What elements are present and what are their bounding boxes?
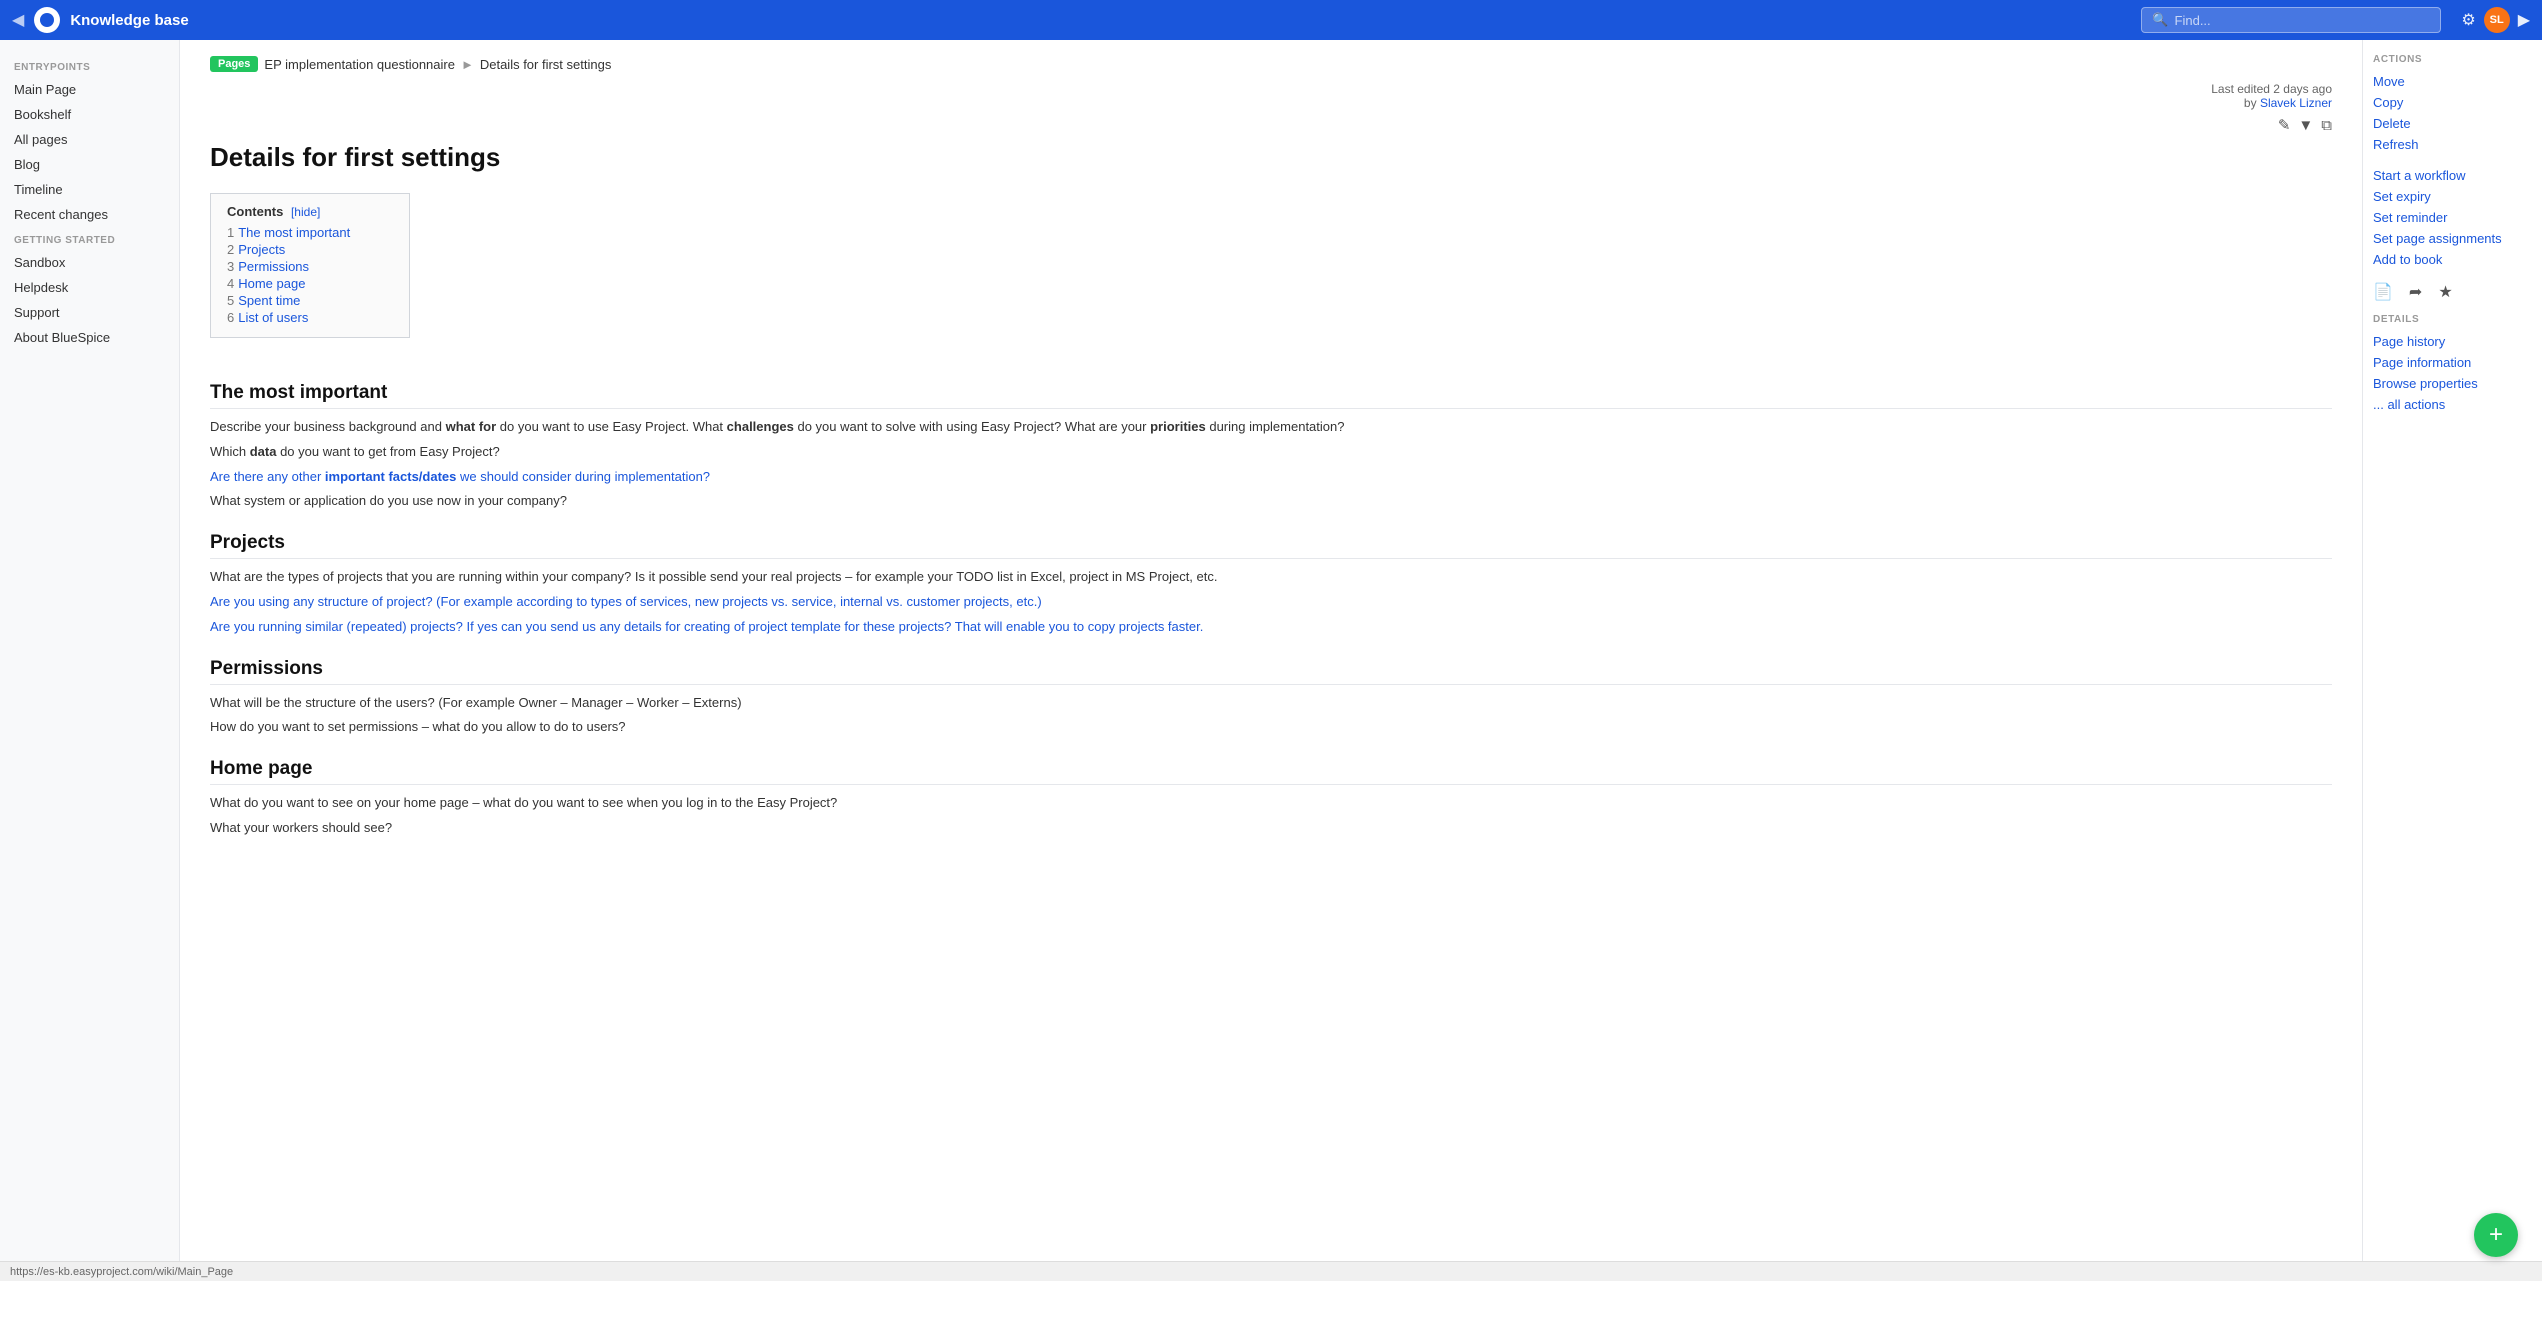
detail-page-information[interactable]: Page information [2373,352,2532,373]
content-para: Describe your business background and wh… [210,417,2332,438]
actions-title: ACTIONS [2373,54,2532,65]
edit-info: Last edited 2 days ago by Slavek Lizner [2211,82,2332,110]
sidebar-item-helpdesk[interactable]: Helpdesk [0,275,179,300]
sidebar-item-blog[interactable]: Blog [0,152,179,177]
star-icon[interactable]: ★ [2438,282,2452,302]
settings-icon[interactable]: ⚙ [2461,10,2475,30]
breadcrumb-separator: ► [461,57,474,72]
action-refresh[interactable]: Refresh [2373,134,2532,155]
last-edited-label: Last edited 2 days ago [2211,82,2332,96]
expand-icon[interactable]: ⧉ [2321,117,2332,134]
app-title: Knowledge base [70,12,2131,29]
sidebar-item-support[interactable]: Support [0,300,179,325]
by-label: by [2244,96,2257,110]
action-set-reminder[interactable]: Set reminder [2373,207,2532,228]
action-add-to-book[interactable]: Add to book [2373,249,2532,270]
action-move[interactable]: Move [2373,71,2532,92]
section-title-home-page: Home page [210,758,2332,785]
contents-title: Contents [hide] [227,204,393,219]
sidebar-item-timeline[interactable]: Timeline [0,177,179,202]
action-start-workflow[interactable]: Start a workflow [2373,165,2532,186]
content-para: Are there any other important facts/date… [210,467,2332,488]
detail-all-actions[interactable]: ... all actions [2373,394,2532,415]
list-item: 4Home page [227,276,393,291]
action-delete[interactable]: Delete [2373,113,2532,134]
list-item: 6List of users [227,310,393,325]
pages-badge[interactable]: Pages [210,56,258,72]
action-set-page-assignments[interactable]: Set page assignments [2373,228,2532,249]
editor-name[interactable]: Slavek Lizner [2260,96,2332,110]
breadcrumb-current: Details for first settings [480,57,612,72]
section-label-getting-started: GETTING STARTED [0,227,179,250]
breadcrumb-parent[interactable]: EP implementation questionnaire [264,57,455,72]
nav-forward-arrow[interactable]: ▶ [2518,10,2530,30]
topbar-icons: ⚙ SL ▶ [2461,7,2530,33]
nav-arrows: ◀ [12,10,24,30]
sidebar-item-main-page[interactable]: Main Page [0,77,179,102]
content-para: How do you want to set permissions – wha… [210,717,2332,738]
sidebar-item-bookshelf[interactable]: Bookshelf [0,102,179,127]
left-sidebar: ENTRYPOINTS Main Page Bookshelf All page… [0,40,180,1281]
right-sidebar: ACTIONS Move Copy Delete Refresh Start a… [2362,40,2542,1281]
section-title-permissions: Permissions [210,658,2332,685]
status-url: https://es-kb.easyproject.com/wiki/Main_… [10,1266,233,1278]
edit-icon[interactable]: ✎ [2278,116,2291,134]
contents-hide[interactable]: [hide] [291,205,320,219]
content-para: What are the types of projects that you … [210,567,2332,588]
list-item: 1The most important [227,225,393,240]
contents-list: 1The most important 2Projects 3Permissio… [227,225,393,325]
detail-browse-properties[interactable]: Browse properties [2373,373,2532,394]
edit-info-area: Last edited 2 days ago by Slavek Lizner … [2211,82,2332,134]
section-title-most-important: The most important [210,382,2332,409]
content-para: Are you running similar (repeated) proje… [210,617,2332,638]
list-item: 5Spent time [227,293,393,308]
page-header-row: Last edited 2 days ago by Slavek Lizner … [210,82,2332,134]
details-title: DETAILS [2373,314,2532,325]
nav-back-arrow[interactable]: ◀ [12,10,24,30]
content-para: Are you using any structure of project? … [210,592,2332,613]
content-para: What do you want to see on your home pag… [210,793,2332,814]
breadcrumb: Pages EP implementation questionnaire ► … [210,56,2332,72]
content-para: What will be the structure of the users?… [210,693,2332,714]
layout: ENTRYPOINTS Main Page Bookshelf All page… [0,40,2542,1281]
action-set-expiry[interactable]: Set expiry [2373,186,2532,207]
search-icon: 🔍 [2152,12,2168,28]
avatar[interactable]: SL [2484,7,2510,33]
action-copy[interactable]: Copy [2373,92,2532,113]
list-item: 3Permissions [227,259,393,274]
statusbar: https://es-kb.easyproject.com/wiki/Main_… [0,1261,2542,1281]
detail-page-history[interactable]: Page history [2373,331,2532,352]
content-para: What your workers should see? [210,818,2332,839]
list-item: 2Projects [227,242,393,257]
file-icon[interactable]: 📄 [2373,282,2393,302]
sidebar-item-recent-changes[interactable]: Recent changes [0,202,179,227]
search-input[interactable] [2175,13,2431,28]
contents-box: Contents [hide] 1The most important 2Pro… [210,193,410,338]
page-title: Details for first settings [210,142,2332,173]
section-label-entrypoints: ENTRYPOINTS [0,54,179,77]
main-content: Pages EP implementation questionnaire ► … [180,40,2362,1281]
page-actions-icons: ✎ ▼ ⧉ [2211,116,2332,134]
fab-button[interactable]: + [2474,1213,2518,1257]
sidebar-item-about-bluespice[interactable]: About BlueSpice [0,325,179,350]
logo[interactable] [34,7,60,33]
dropdown-icon[interactable]: ▼ [2298,117,2313,134]
content-para: Which data do you want to get from Easy … [210,442,2332,463]
right-icons-row: 📄 ➦ ★ [2373,282,2532,302]
sidebar-item-all-pages[interactable]: All pages [0,127,179,152]
content-para: What system or application do you use no… [210,491,2332,512]
sidebar-item-sandbox[interactable]: Sandbox [0,250,179,275]
search-bar[interactable]: 🔍 [2141,7,2441,33]
topbar: ◀ Knowledge base 🔍 ⚙ SL ▶ [0,0,2542,40]
section-title-projects: Projects [210,532,2332,559]
share-icon[interactable]: ➦ [2409,282,2422,302]
